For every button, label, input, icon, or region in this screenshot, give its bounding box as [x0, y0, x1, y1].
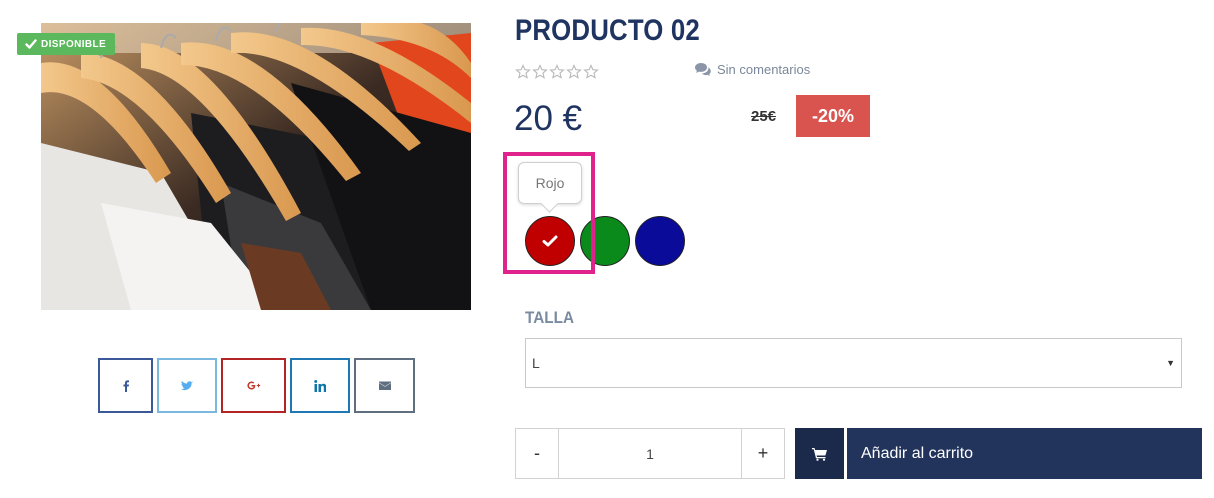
- shopping-cart-icon: [811, 447, 827, 461]
- comments-link[interactable]: Sin comentarios: [694, 62, 810, 77]
- star-rating[interactable]: [515, 64, 599, 80]
- check-icon: [542, 235, 558, 247]
- star-empty-icon: [532, 64, 548, 79]
- stock-badge-label: DISPONIBLE: [41, 38, 107, 50]
- old-price: 25€: [751, 108, 777, 125]
- size-select[interactable]: L ▼: [525, 338, 1182, 388]
- linkedin-icon: [314, 379, 326, 392]
- clothes-hangers-photo: [41, 23, 471, 310]
- twitter-icon: [181, 380, 193, 390]
- envelope-icon: [378, 381, 391, 390]
- star-empty-icon: [515, 64, 531, 79]
- google-plus-icon: [246, 381, 260, 390]
- size-label: TALLA: [525, 308, 575, 327]
- color-swatch-blue[interactable]: [635, 216, 685, 266]
- stock-badge: DISPONIBLE: [17, 33, 116, 55]
- product-title: PRODUCTO 02: [515, 14, 700, 47]
- share-google-plus-button[interactable]: [221, 358, 286, 413]
- color-swatch-red[interactable]: [525, 216, 575, 266]
- share-facebook-button[interactable]: [98, 358, 153, 413]
- quantity-decrease-button[interactable]: -: [516, 429, 558, 478]
- quantity-increase-button[interactable]: +: [742, 429, 784, 478]
- star-empty-icon: [583, 64, 599, 79]
- comments-icon: [695, 63, 711, 76]
- cart-icon-box[interactable]: [795, 428, 844, 479]
- share-linkedin-button[interactable]: [290, 358, 350, 413]
- size-selected-value: L: [532, 355, 540, 371]
- quantity-stepper: - +: [515, 428, 785, 479]
- caret-down-icon: ▼: [1166, 358, 1175, 368]
- current-price: 20 €: [514, 99, 583, 138]
- comments-label: Sin comentarios: [717, 62, 811, 77]
- quantity-input[interactable]: [558, 429, 742, 478]
- check-icon: [25, 39, 37, 49]
- facebook-icon: [123, 379, 129, 392]
- share-buttons: [98, 358, 415, 413]
- share-twitter-button[interactable]: [157, 358, 217, 413]
- color-tooltip: Rojo: [518, 162, 582, 204]
- color-swatch-green[interactable]: [580, 216, 630, 266]
- product-image[interactable]: [41, 23, 471, 310]
- add-to-cart-button[interactable]: Añadir al carrito: [847, 428, 1202, 479]
- star-empty-icon: [549, 64, 565, 79]
- star-empty-icon: [566, 64, 582, 79]
- discount-badge: -20%: [796, 95, 870, 137]
- share-email-button[interactable]: [354, 358, 415, 413]
